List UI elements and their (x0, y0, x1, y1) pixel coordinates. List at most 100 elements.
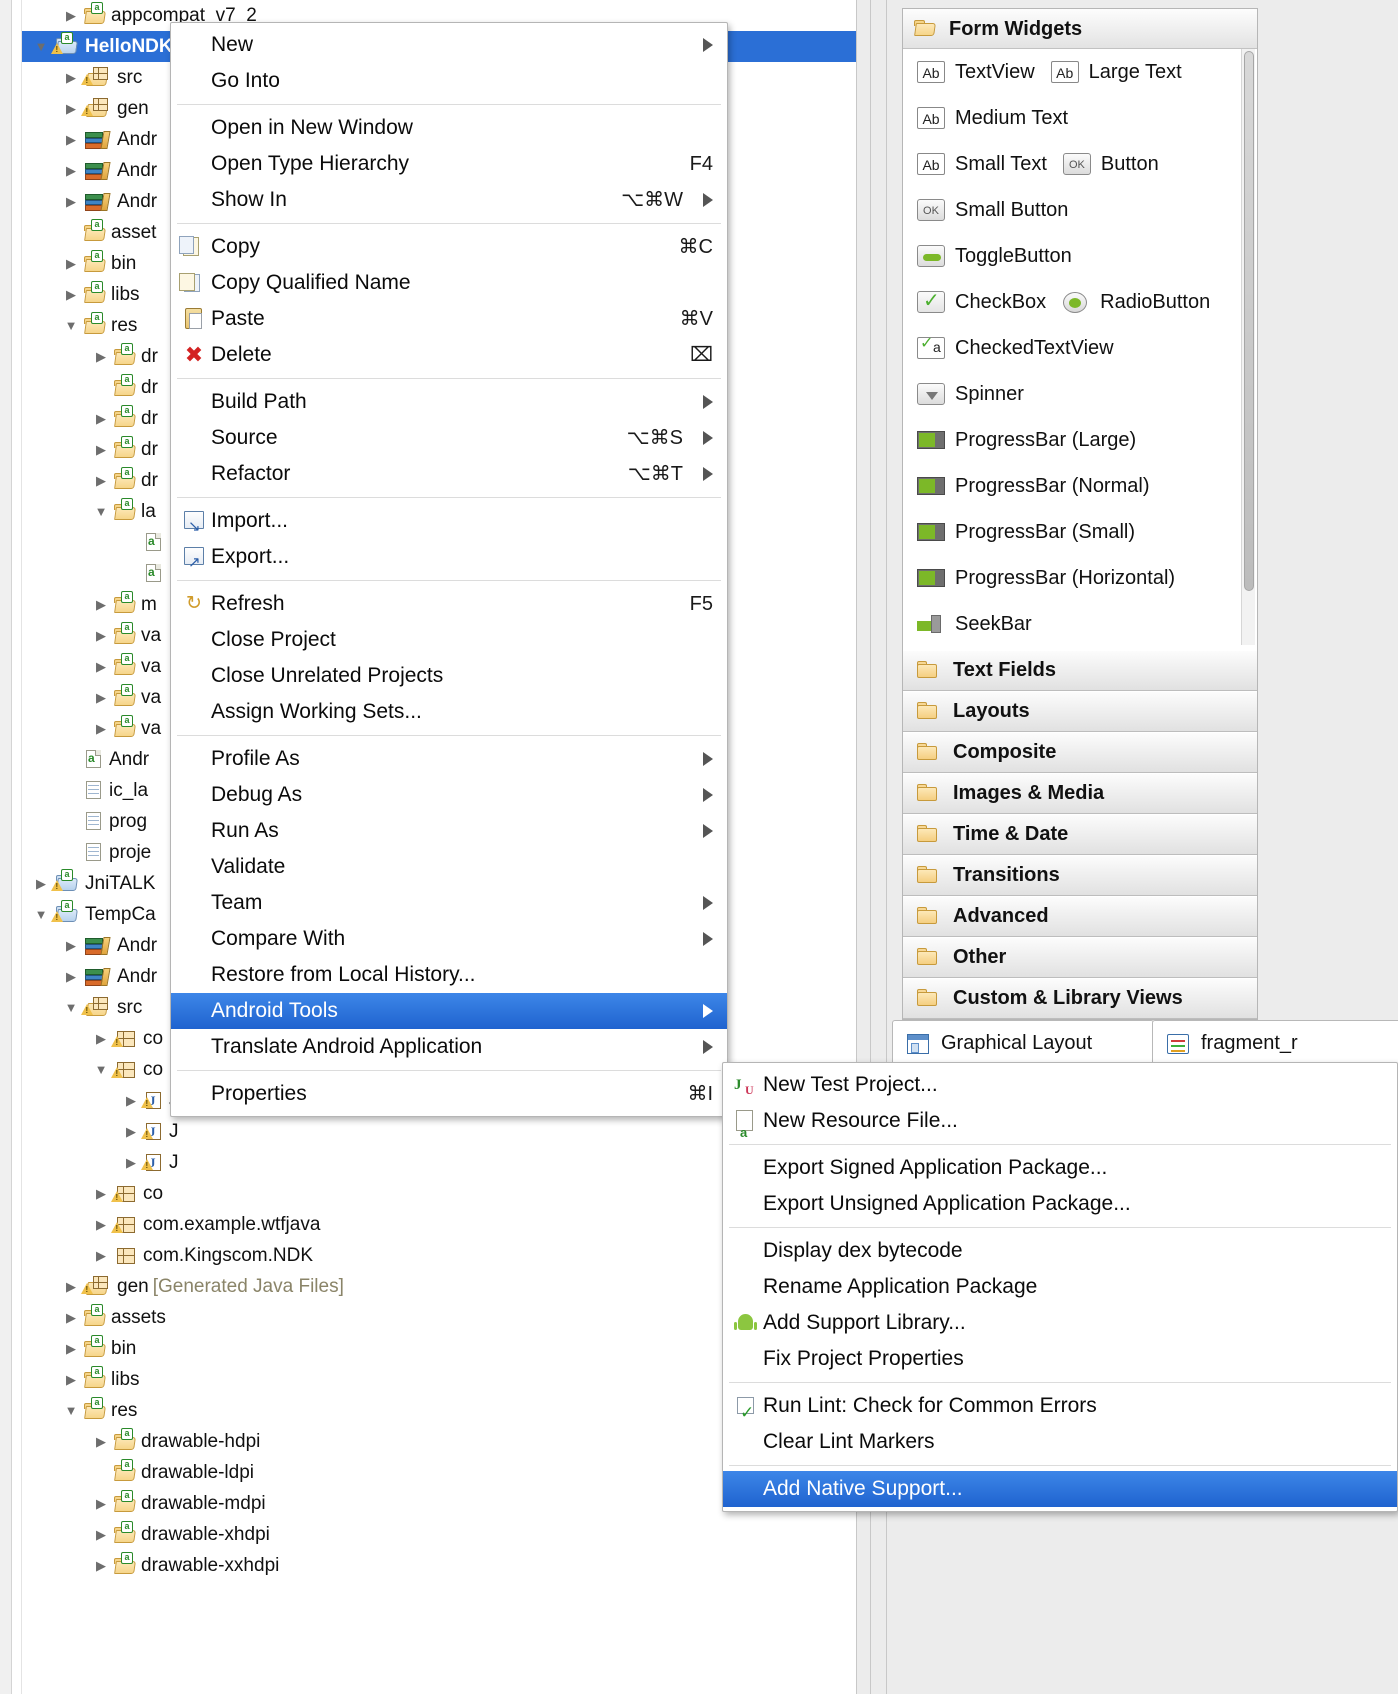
expand-arrow-right-icon[interactable]: ▶ (90, 1426, 112, 1457)
expand-arrow-right-icon[interactable]: ▶ (60, 186, 82, 217)
palette-category[interactable]: Other (903, 937, 1257, 978)
expand-arrow-down-icon[interactable]: ▼ (60, 310, 82, 341)
palette-category[interactable]: Custom & Library Views (903, 978, 1257, 1019)
menu-item[interactable]: Clear Lint Markers (723, 1424, 1397, 1460)
palette-widget[interactable]: Ab Small Text (917, 151, 1047, 177)
expand-arrow-down-icon[interactable]: ▼ (90, 496, 112, 527)
expand-arrow-down-icon[interactable]: ▼ (60, 1395, 82, 1426)
menu-item[interactable]: Export Unsigned Application Package... (723, 1186, 1397, 1222)
palette-widget[interactable]: ProgressBar (Large) (917, 427, 1136, 453)
menu-item[interactable]: Validate (171, 849, 727, 885)
tree-item[interactable]: ▶ a drawable-xhdpi (22, 1519, 856, 1550)
expand-arrow-right-icon[interactable]: ▶ (30, 868, 52, 899)
expand-arrow-right-icon[interactable]: ▶ (90, 1178, 112, 1209)
menu-item[interactable]: Assign Working Sets... (171, 694, 727, 730)
menu-item[interactable]: Open in New Window (171, 110, 727, 146)
expand-arrow-right-icon[interactable]: ▶ (60, 155, 82, 186)
palette-category[interactable]: Images & Media (903, 773, 1257, 814)
palette-category-list[interactable]: Text Fields Layouts Composite Images & Medi… (903, 650, 1257, 1019)
expand-arrow-down-icon[interactable]: ▼ (60, 992, 82, 1023)
menu-item[interactable]: Refactor ⌥⌘T (171, 456, 727, 492)
palette-widget[interactable]: Ab Medium Text (917, 105, 1068, 131)
menu-item[interactable]: Copy ⌘C (171, 229, 727, 265)
menu-item[interactable]: Close Project (171, 622, 727, 658)
menu-item[interactable]: Show In ⌥⌘W (171, 182, 727, 218)
expand-arrow-down-icon[interactable]: ▼ (30, 899, 52, 930)
menu-item[interactable]: Copy Qualified Name (171, 265, 727, 301)
menu-item[interactable]: Rename Application Package (723, 1269, 1397, 1305)
menu-item[interactable]: New Resource File... (723, 1103, 1397, 1151)
palette-scrollbar-thumb[interactable] (1244, 51, 1254, 591)
menu-item[interactable]: Open Type Hierarchy F4 (171, 146, 727, 182)
expand-arrow-right-icon[interactable]: ▶ (90, 465, 112, 496)
palette-scrollbar[interactable] (1241, 49, 1255, 645)
menu-item[interactable]: JNew Test Project... (723, 1067, 1397, 1103)
palette-widget[interactable]: RadioButton (1062, 289, 1210, 315)
palette-widget[interactable]: OK Button (1062, 151, 1159, 177)
menu-item[interactable]: Go Into (171, 63, 727, 99)
palette-category[interactable]: Advanced (903, 896, 1257, 937)
menu-item[interactable]: Close Unrelated Projects (171, 658, 727, 694)
menu-item[interactable]: Add Native Support... (723, 1471, 1397, 1507)
expand-arrow-right-icon[interactable]: ▶ (60, 961, 82, 992)
expand-arrow-right-icon[interactable]: ▶ (120, 1147, 142, 1178)
expand-arrow-right-icon[interactable]: ▶ (60, 93, 82, 124)
expand-arrow-right-icon[interactable]: ▶ (90, 651, 112, 682)
menu-item[interactable]: Export... (171, 539, 727, 581)
palette-header-form-widgets[interactable]: Form Widgets (903, 9, 1257, 49)
expand-arrow-right-icon[interactable]: ▶ (60, 1333, 82, 1364)
expand-arrow-down-icon[interactable]: ▼ (30, 31, 52, 62)
palette-widget[interactable]: SeekBar (917, 611, 1032, 637)
expand-arrow-right-icon[interactable]: ▶ (60, 1364, 82, 1395)
palette-widget[interactable]: ProgressBar (Normal) (917, 473, 1149, 499)
widget-palette[interactable]: Form Widgets Ab TextView Ab Large Text Ab Med… (902, 8, 1258, 1020)
menu-item[interactable]: Add Support Library... (723, 1305, 1397, 1341)
menu-item[interactable]: Team (171, 885, 727, 921)
palette-category[interactable]: Layouts (903, 691, 1257, 732)
menu-item[interactable]: New (171, 27, 727, 63)
palette-widget[interactable]: Ab TextView (917, 59, 1035, 85)
menu-item[interactable]: Source ⌥⌘S (171, 420, 727, 456)
project-context-menu[interactable]: New Go Into Open in New Window Open Type Hi… (170, 22, 728, 1117)
menu-item[interactable]: Profile As (171, 741, 727, 777)
menu-item[interactable]: Android Tools (171, 993, 727, 1029)
expand-arrow-right-icon[interactable]: ▶ (90, 403, 112, 434)
menu-item[interactable]: Translate Android Application (171, 1029, 727, 1065)
menu-item[interactable]: Build Path (171, 384, 727, 420)
palette-widget[interactable]: ProgressBar (Horizontal) (917, 565, 1175, 591)
palette-widget[interactable]: ProgressBar (Small) (917, 519, 1135, 545)
palette-widget[interactable]: CheckedTextView (917, 333, 1114, 361)
menu-item[interactable]: ✖ Delete ⌧ (171, 337, 727, 373)
menu-item[interactable]: Display dex bytecode (723, 1233, 1397, 1269)
expand-arrow-right-icon[interactable]: ▶ (60, 0, 82, 31)
menu-item[interactable]: Fix Project Properties (723, 1341, 1397, 1377)
menu-item[interactable]: Paste ⌘V (171, 301, 727, 337)
tree-item[interactable]: ▶ a drawable-xxhdpi (22, 1550, 856, 1581)
expand-arrow-right-icon[interactable]: ▶ (60, 124, 82, 155)
expand-arrow-right-icon[interactable]: ▶ (90, 1488, 112, 1519)
palette-widget[interactable]: Ab Large Text (1050, 59, 1182, 85)
menu-item[interactable]: Import... (171, 503, 727, 545)
editor-tab[interactable]: fragment_r (1152, 1020, 1398, 1066)
palette-widget[interactable]: ToggleButton (917, 243, 1072, 269)
palette-widget-list[interactable]: Ab TextView Ab Large Text Ab Medium Text Ab Sma… (903, 49, 1257, 647)
expand-arrow-right-icon[interactable]: ▶ (90, 1519, 112, 1550)
menu-item[interactable]: Run Lint: Check for Common Errors (723, 1388, 1397, 1431)
expand-arrow-right-icon[interactable]: ▶ (90, 434, 112, 465)
menu-item[interactable]: Properties ⌘I (171, 1076, 727, 1112)
android-tools-submenu[interactable]: JNew Test Project... New Resource File...… (722, 1062, 1398, 1512)
expand-arrow-right-icon[interactable]: ▶ (120, 1116, 142, 1147)
expand-arrow-right-icon[interactable]: ▶ (60, 930, 82, 961)
expand-arrow-right-icon[interactable]: ▶ (90, 1209, 112, 1240)
expand-arrow-right-icon[interactable]: ▶ (60, 1271, 82, 1302)
editor-tab[interactable]: Graphical Layout (892, 1020, 1154, 1066)
expand-arrow-right-icon[interactable]: ▶ (90, 1240, 112, 1271)
menu-item[interactable]: Debug As (171, 777, 727, 813)
menu-item[interactable]: Compare With (171, 921, 727, 957)
palette-widget[interactable]: OK Small Button (917, 197, 1068, 223)
editor-tab-bar[interactable]: Graphical Layout fragment_r (892, 1020, 1398, 1066)
menu-item[interactable]: Export Signed Application Package... (723, 1150, 1397, 1186)
expand-arrow-right-icon[interactable]: ▶ (90, 1550, 112, 1581)
expand-arrow-down-icon[interactable]: ▼ (90, 1054, 112, 1085)
expand-arrow-right-icon[interactable]: ▶ (90, 1023, 112, 1054)
